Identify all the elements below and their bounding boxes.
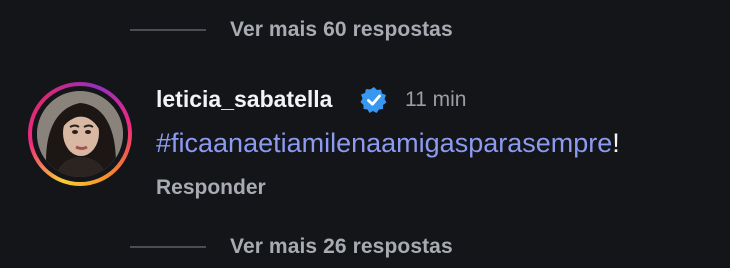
avatar[interactable] [28,82,132,186]
thread-divider-line [130,29,206,31]
verified-badge-icon [360,87,387,113]
comment-thread: Ver mais 60 respostas leticia_sabatella … [0,0,730,268]
view-more-replies-label[interactable]: Ver mais 60 respostas [230,18,453,42]
comment-text-suffix: ! [612,128,620,158]
comment-hashtag-link[interactable]: #ficaanaetiamilenaamigasparasempre [156,128,612,158]
reply-button[interactable]: Responder [156,176,266,200]
view-more-replies-top[interactable]: Ver mais 60 respostas [130,18,453,42]
avatar-photo [37,91,123,177]
comment-timestamp: 11 min [405,88,467,111]
view-more-replies-bottom[interactable]: Ver mais 26 respostas [130,235,453,259]
comment-text: #ficaanaetiamilenaamigasparasempre! [156,128,620,159]
view-more-replies-label[interactable]: Ver mais 26 respostas [230,235,453,259]
comment-username[interactable]: leticia_sabatella [156,86,332,113]
thread-divider-line [130,246,206,248]
